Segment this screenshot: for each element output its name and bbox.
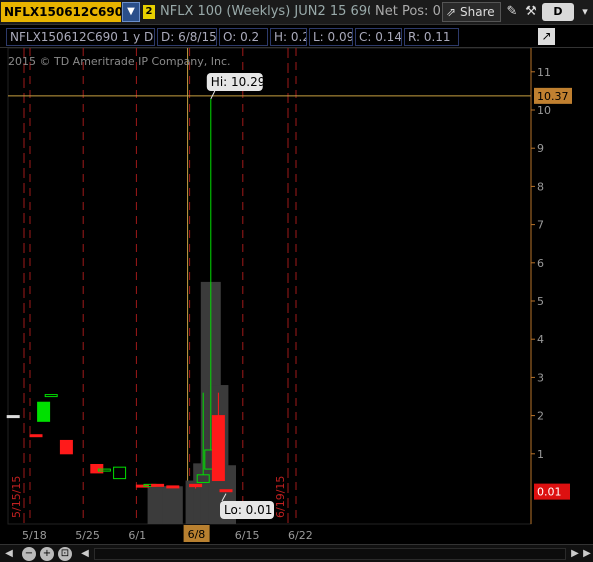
scrollbar-track[interactable] [94, 548, 566, 560]
zoom-in-icon[interactable]: + [40, 547, 54, 561]
x-axis-label: 5/25 [75, 529, 100, 542]
chart-toolbar: NFLX150612C690 ▼ 2 NFLX 100 (Weeklys) JU… [0, 0, 593, 25]
bar-range: R: 0.11 [404, 28, 459, 46]
y-axis-label: 4 [537, 333, 544, 346]
candle-body [189, 483, 203, 488]
chevron-double-down-icon[interactable]: ▼ [122, 2, 140, 22]
wrench-icon[interactable]: ⚒ [523, 3, 539, 21]
candle-body [211, 415, 225, 482]
drawing-tools-icon[interactable]: ✎ [504, 3, 520, 21]
studies-icon[interactable]: ↗ [538, 28, 555, 45]
copyright-text: 2015 © TD Ameritrade IP Company, Inc. [8, 55, 231, 68]
share-label: Share [460, 5, 495, 19]
expiry-label: 6/19/15 [274, 476, 287, 518]
candle-body [6, 415, 20, 419]
fit-icon[interactable]: ⊡ [58, 547, 72, 561]
low-label: Lo: 0.01 [224, 503, 272, 517]
detail-button[interactable]: D [542, 3, 574, 21]
y-axis-label: 2 [537, 410, 544, 423]
candle-body [37, 401, 51, 422]
candle-body [166, 485, 180, 489]
candle-body [113, 466, 127, 480]
bar-low: L: 0.09 [309, 28, 353, 46]
bar-close: C: 0.14 [355, 28, 402, 46]
candle-body [219, 489, 233, 493]
link-group-badge[interactable]: 2 [143, 5, 155, 19]
share-icon: ⇗ [446, 5, 457, 19]
expiry-label: 5/15/15 [10, 476, 23, 518]
symbol-description: NFLX 100 (Weeklys) JUN2 15 690... [160, 4, 370, 19]
candle-body [44, 394, 58, 398]
chart-scrollbar[interactable]: ◀ − + ⊡ ◀ ▶ ▶ [0, 544, 593, 562]
y-axis-label: 6 [537, 257, 544, 270]
bar-high: H: 0.2 [270, 28, 307, 46]
y-axis-label: 7 [537, 219, 544, 232]
y-axis-label: 5 [537, 295, 544, 308]
y-axis-label: 9 [537, 142, 544, 155]
crosshair-date-label: 6/8 [188, 528, 206, 541]
candle-body [151, 483, 165, 487]
bar-open: O: 0.2 [219, 28, 268, 46]
crosshair-price-label: 10.37 [537, 90, 569, 103]
high-label-pointer [210, 90, 216, 100]
chart-canvas[interactable]: 5/15/15 6/19/15 1 2 3 4 5 6 7 8 9 10 11 10.37 0.01 Hi: … [0, 48, 593, 544]
last-price-label: 0.01 [537, 486, 562, 499]
symbol-input[interactable]: NFLX150612C690 [1, 2, 121, 22]
x-axis-label: 5/18 [22, 529, 47, 542]
symbol-period[interactable]: NFLX150612C690 1 y D [6, 28, 155, 46]
y-axis-label: 10 [537, 104, 551, 117]
high-label: Hi: 10.29 [211, 75, 266, 89]
candle-body [59, 439, 73, 455]
y-axis-label: 1 [537, 448, 544, 461]
x-axis-label: 6/22 [288, 529, 313, 542]
arrow-right-icon[interactable]: ▶ [580, 547, 593, 561]
arrow-left-small-icon[interactable]: ◀ [78, 547, 92, 561]
menu-icon[interactable]: ▾ [578, 3, 592, 21]
volume-bar [162, 486, 183, 524]
plot-border [7, 48, 532, 525]
candle-body [29, 434, 43, 438]
x-axis-label: 6/1 [128, 529, 146, 542]
y-axis-label: 3 [537, 371, 544, 384]
price-chart[interactable]: 5/15/15 6/19/15 1 2 3 4 5 6 7 8 9 10 11 10.37 0.01 Hi: … [0, 48, 593, 544]
x-axis-label: 6/15 [235, 529, 260, 542]
net-position: Net Pos: 0 [375, 4, 441, 19]
info-bar: NFLX150612C690 1 y D D: 6/8/15 O: 0.2 H:… [0, 26, 593, 48]
bar-date: D: 6/8/15 [157, 28, 217, 46]
zoom-out-icon[interactable]: − [22, 547, 36, 561]
y-axis-label: 8 [537, 180, 544, 193]
y-axis-label: 11 [537, 66, 551, 79]
share-button[interactable]: ⇗ Share [442, 2, 501, 22]
arrow-left-icon[interactable]: ◀ [2, 547, 16, 561]
